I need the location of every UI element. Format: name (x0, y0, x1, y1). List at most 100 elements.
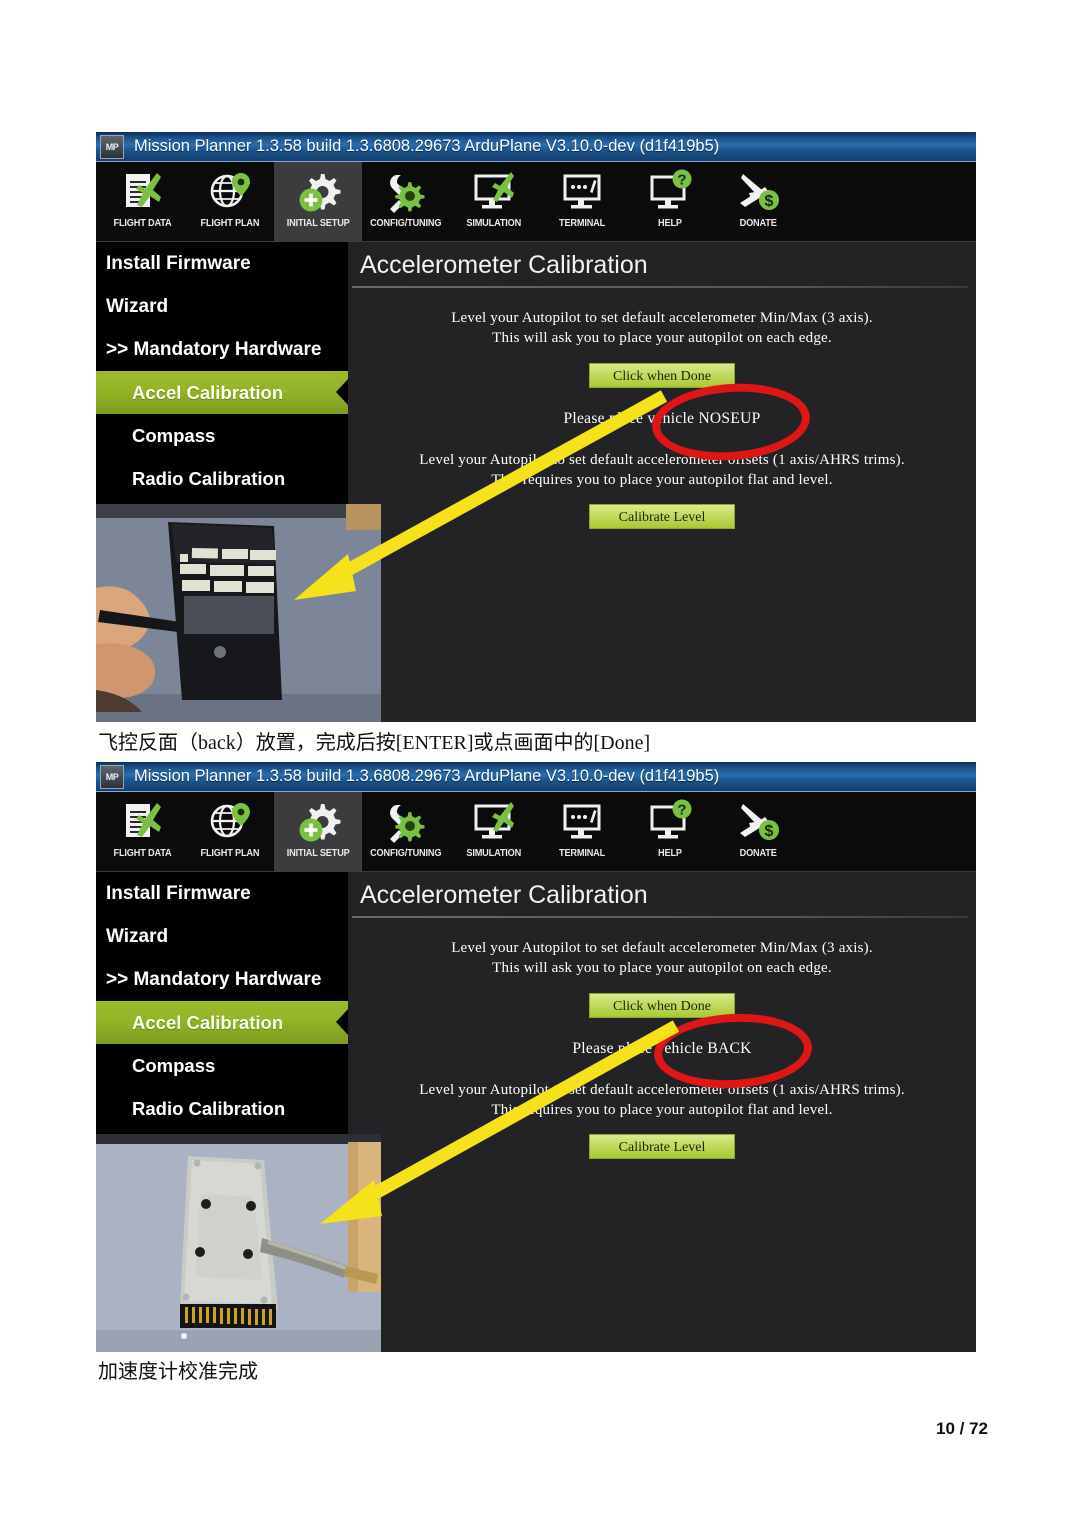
simulation-icon (461, 796, 527, 848)
tab-terminal[interactable]: TERMINAL (538, 792, 626, 872)
tab-simulation[interactable]: SIMULATION (450, 792, 538, 872)
sidebar-item-compass[interactable]: Compass (96, 1044, 348, 1087)
instruction-line: Level your Autopilot to set default acce… (451, 940, 873, 956)
tab-label: CONFIG/TUNING (370, 218, 442, 229)
sidebar-item-radio-calibration[interactable]: Radio Calibration (96, 1087, 348, 1130)
photo-hand-holding-autopilot-noseup (96, 504, 381, 722)
instruction-line: This requires you to place your autopilo… (491, 471, 833, 488)
sidebar-item-label: Radio Calibration (132, 467, 286, 489)
photo-autopilot-back-on-table (96, 1134, 381, 1352)
sidebar-item-label: Wizard (106, 295, 169, 317)
tab-donate[interactable]: $ DONATE (714, 162, 802, 242)
flight-data-icon (109, 166, 175, 218)
title-bar: MP Mission Planner 1.3.58 build 1.3.6808… (96, 762, 976, 792)
sidebar-item-label: Accel Calibration (132, 1011, 284, 1033)
tab-config-tuning[interactable]: CONFIG/TUNING (362, 162, 450, 242)
sidebar-item-label: Compass (132, 424, 216, 446)
mission-planner-window-1: MP Mission Planner 1.3.58 build 1.3.6808… (96, 132, 976, 722)
initial-setup-icon (285, 166, 351, 218)
tab-label: INITIAL SETUP (286, 848, 350, 859)
tab-donate[interactable]: $ DONATE (714, 792, 802, 872)
tab-label: FLIGHT DATA (113, 218, 171, 229)
terminal-icon (549, 166, 615, 218)
tab-label: TERMINAL (558, 848, 606, 859)
tab-help[interactable]: ? HELP (626, 162, 714, 242)
main-toolbar: FLIGHT DATA FLIGHT PLAN INITIAL SETUP CO… (96, 792, 976, 872)
page-title: Accelerometer Calibration (360, 881, 648, 909)
svg-text:?: ? (677, 802, 686, 819)
terminal-icon (549, 796, 615, 848)
flight-plan-icon (197, 166, 263, 218)
click-when-done-button[interactable]: Click when Done (589, 992, 735, 1018)
sidebar-item-wizard[interactable]: Wizard (96, 915, 348, 958)
accelerometer-calibration-panel: Accelerometer Calibration Level your Aut… (348, 872, 976, 1352)
calibrate-level-button[interactable]: Calibrate Level (589, 504, 735, 529)
tab-label: DONATE (739, 848, 777, 859)
sidebar-item-install-firmware[interactable]: Install Firmware (96, 242, 348, 285)
svg-text:$: $ (765, 193, 774, 210)
instruction-line: This requires you to place your autopilo… (491, 1101, 833, 1118)
app-logo-icon: MP (100, 764, 124, 789)
sidebar-item-mandatory-hardware[interactable]: >> Mandatory Hardware (96, 958, 348, 1001)
tab-label: INITIAL SETUP (286, 218, 350, 229)
sidebar-item-install-firmware[interactable]: Install Firmware (96, 872, 348, 915)
tab-label: FLIGHT DATA (113, 848, 171, 859)
tab-terminal[interactable]: TERMINAL (538, 162, 626, 242)
page-title: Accelerometer Calibration (360, 251, 648, 279)
tab-label: DONATE (739, 218, 777, 229)
help-icon: ? (637, 166, 703, 218)
mission-planner-window-2: MP Mission Planner 1.3.58 build 1.3.6808… (96, 762, 976, 1352)
tab-simulation[interactable]: SIMULATION (450, 162, 538, 242)
tab-config-tuning[interactable]: CONFIG/TUNING (362, 792, 450, 872)
instruction-line: This will ask you to place your autopilo… (492, 960, 832, 977)
instruction-paragraph-1: Level your Autopilot to set default acce… (348, 308, 976, 349)
main-toolbar: FLIGHT DATA FLIGHT PLAN INITIAL SETUP CO… (96, 162, 976, 242)
sidebar-item-label: Radio Calibration (132, 1097, 286, 1119)
tab-label: SIMULATION (466, 218, 522, 229)
donate-icon: $ (725, 166, 791, 218)
instruction-line: Level your Autopilot to set default acce… (451, 310, 873, 326)
simulation-icon (461, 166, 527, 218)
config-tuning-icon (373, 166, 439, 218)
config-tuning-icon (373, 796, 439, 848)
sidebar-item-label: >> Mandatory Hardware (106, 968, 322, 990)
app-logo-icon: MP (100, 134, 124, 159)
sidebar-item-compass[interactable]: Compass (96, 414, 348, 457)
tab-label: FLIGHT PLAN (200, 848, 260, 859)
instruction-line: This will ask you to place your autopilo… (492, 330, 832, 347)
tab-label: CONFIG/TUNING (370, 848, 442, 859)
instruction-line: Level your Autopilot to set default acce… (419, 451, 905, 468)
instruction-paragraph-2: Level your Autopilot to set default acce… (348, 450, 976, 491)
flight-data-icon (109, 796, 175, 848)
tab-flight-plan[interactable]: FLIGHT PLAN (186, 792, 274, 872)
caption-below-screenshot-1: 飞控反面（back）放置，完成后按[ENTER]或点画面中的[Done] (98, 732, 651, 754)
sidebar-item-wizard[interactable]: Wizard (96, 285, 348, 328)
click-when-done-button[interactable]: Click when Done (589, 362, 735, 388)
sidebar-item-label: Install Firmware (106, 882, 251, 904)
tab-flight-data[interactable]: FLIGHT DATA (98, 792, 186, 872)
sidebar-item-accel-calibration[interactable]: Accel Calibration (96, 1001, 349, 1044)
svg-text:$: $ (765, 823, 774, 840)
tab-label: SIMULATION (466, 848, 522, 859)
tab-label: FLIGHT PLAN (200, 218, 260, 229)
page-number: 10 / 72 (936, 1419, 988, 1438)
placement-prompt: Please place vehicle NOSEUP (563, 409, 761, 427)
tab-flight-data[interactable]: FLIGHT DATA (98, 162, 186, 242)
instruction-paragraph-2: Level your Autopilot to set default acce… (348, 1080, 976, 1121)
sidebar-item-mandatory-hardware[interactable]: >> Mandatory Hardware (96, 328, 348, 371)
tab-label: TERMINAL (558, 218, 606, 229)
window-title: Mission Planner 1.3.58 build 1.3.6808.29… (134, 767, 720, 785)
tab-help[interactable]: ? HELP (626, 792, 714, 872)
tab-flight-plan[interactable]: FLIGHT PLAN (186, 162, 274, 242)
sidebar-item-label: Compass (132, 1054, 216, 1076)
svg-text:?: ? (677, 172, 686, 189)
sidebar-item-radio-calibration[interactable]: Radio Calibration (96, 457, 348, 500)
donate-icon: $ (725, 796, 791, 848)
tab-initial-setup[interactable]: INITIAL SETUP (274, 792, 362, 872)
calibrate-level-button[interactable]: Calibrate Level (589, 1134, 735, 1159)
tab-label: HELP (658, 848, 682, 859)
instruction-paragraph-1: Level your Autopilot to set default acce… (348, 938, 976, 979)
tab-initial-setup[interactable]: INITIAL SETUP (274, 162, 362, 242)
sidebar-item-accel-calibration[interactable]: Accel Calibration (96, 371, 349, 414)
accelerometer-calibration-panel: Accelerometer Calibration Level your Aut… (348, 242, 976, 722)
